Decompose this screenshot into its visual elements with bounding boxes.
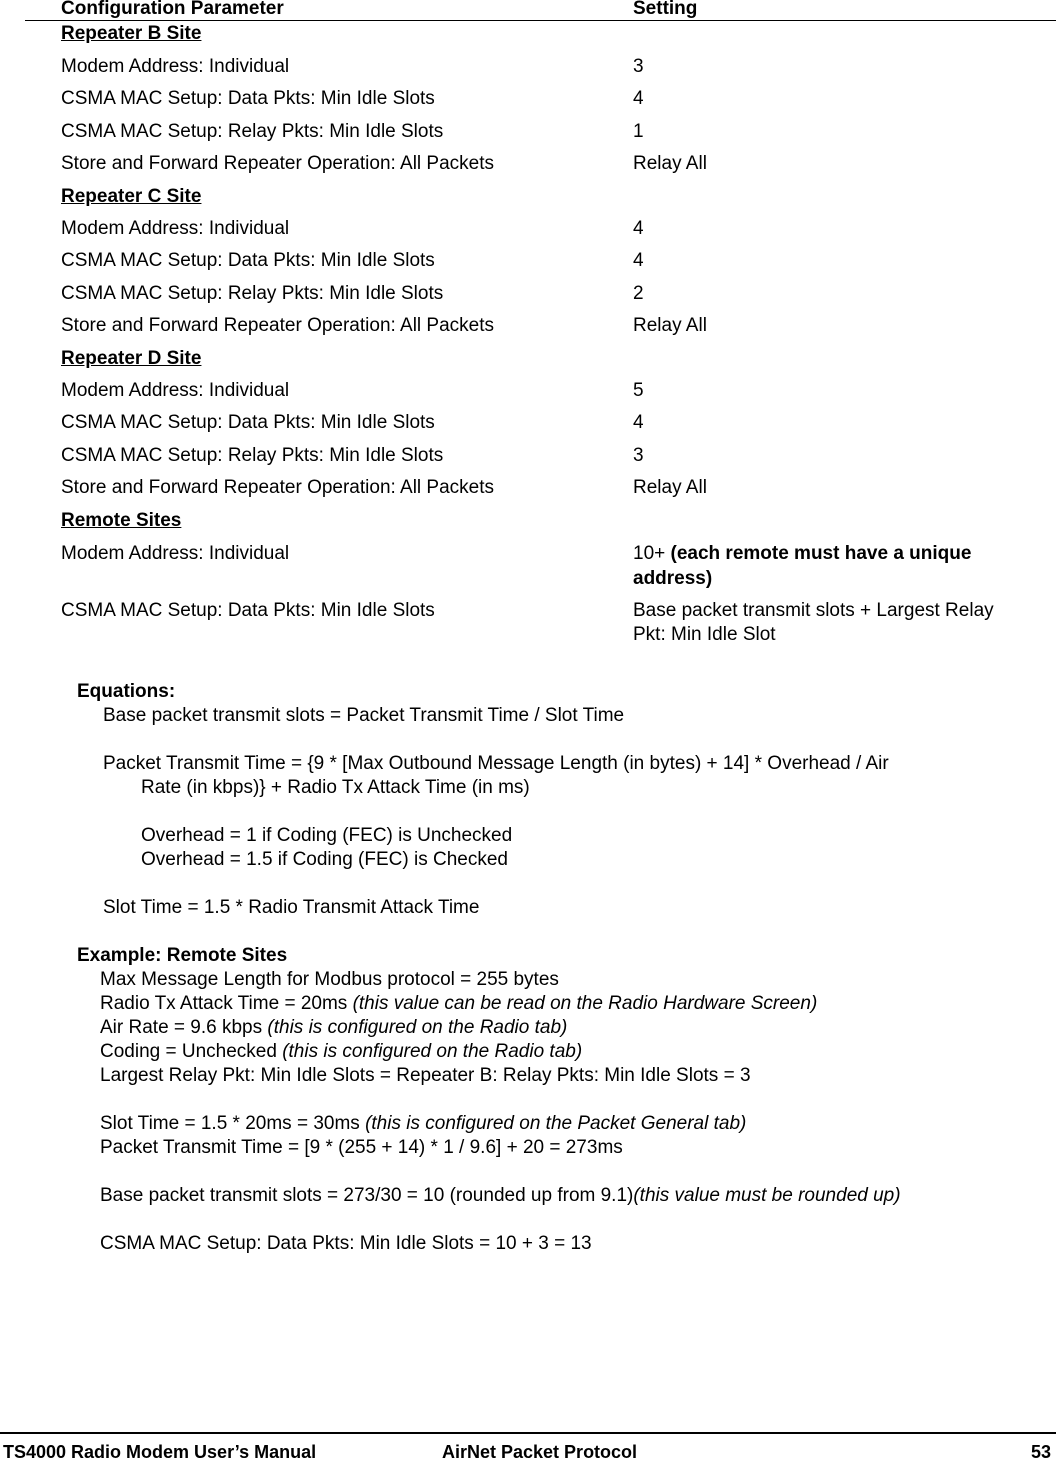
param-label: CSMA MAC Setup: Relay Pkts: Min Idle Slo…: [61, 121, 444, 142]
param-value: 5: [633, 380, 644, 401]
example-attack-time: Radio Tx Attack Time = 20ms (this value …: [100, 992, 817, 1016]
section-title: Repeater B Site: [61, 23, 202, 44]
header-rule: [25, 20, 1056, 21]
param-value-note: (each remote must have a unique: [670, 543, 972, 564]
footer-page-number: 53: [1030, 1442, 1051, 1462]
example-attack-time-value: Radio Tx Attack Time = 20ms: [100, 993, 353, 1014]
example-packet-time: Packet Transmit Time = [9 * (255 + 14) *…: [100, 1137, 623, 1158]
param-value: 3: [633, 445, 644, 466]
param-label: Store and Forward Repeater Operation: Al…: [61, 477, 495, 498]
footer-manual-title: TS4000 Radio Modem User’s Manual: [3, 1442, 317, 1462]
example-slot-time: Slot Time = 1.5 * 20ms = 30ms (this is c…: [100, 1112, 746, 1136]
example-base-slots-note: (this value must be rounded up): [633, 1185, 901, 1206]
equation-packet-time-cont: Rate (in kbps)} + Radio Tx Attack Time (…: [141, 777, 530, 798]
param-value: 4: [633, 218, 644, 239]
equation-base-slots: Base packet transmit slots = Packet Tran…: [103, 705, 625, 726]
example-coding-value: Coding = Unchecked: [100, 1041, 283, 1062]
example-slot-time-value: Slot Time = 1.5 * 20ms = 30ms: [100, 1113, 366, 1134]
param-value: Base packet transmit slots + Largest Rel…: [633, 600, 994, 621]
param-label: Store and Forward Repeater Operation: Al…: [61, 315, 495, 336]
section-title: Repeater C Site: [61, 186, 202, 207]
equation-overhead-checked: Overhead = 1.5 if Coding (FEC) is Checke…: [141, 849, 508, 870]
section-title: Remote Sites: [61, 510, 182, 531]
example-coding: Coding = Unchecked (this is configured o…: [100, 1040, 582, 1064]
footer-rule: [0, 1432, 1056, 1434]
param-value-note-cont: address): [633, 568, 713, 589]
param-label: Store and Forward Repeater Operation: Al…: [61, 153, 495, 174]
footer-chapter: AirNet Packet Protocol: [442, 1442, 638, 1462]
param-label: CSMA MAC Setup: Data Pkts: Min Idle Slot…: [61, 88, 435, 109]
param-label: CSMA MAC Setup: Relay Pkts: Min Idle Slo…: [61, 445, 444, 466]
param-label: CSMA MAC Setup: Relay Pkts: Min Idle Slo…: [61, 283, 444, 304]
param-value: 4: [633, 88, 644, 109]
example-largest-relay: Largest Relay Pkt: Min Idle Slots = Repe…: [100, 1065, 751, 1086]
param-value: 1: [633, 121, 644, 142]
param-value: Relay All: [633, 315, 707, 336]
param-label: Modem Address: Individual: [61, 380, 290, 401]
param-value-prefix: 10+: [633, 543, 671, 564]
equation-slot-time: Slot Time = 1.5 * Radio Transmit Attack …: [103, 897, 480, 918]
equations-title: Equations:: [77, 681, 176, 702]
example-max-msg: Max Message Length for Modbus protocol =…: [100, 969, 559, 990]
column-header-setting: Setting: [633, 0, 698, 19]
param-value: 10+ (each remote must have a unique: [633, 542, 971, 566]
equation-overhead-unchecked: Overhead = 1 if Coding (FEC) is Unchecke…: [141, 825, 513, 846]
param-value: Relay All: [633, 153, 707, 174]
example-coding-note: (this is configured on the Radio tab): [282, 1041, 583, 1062]
example-attack-time-note: (this value can be read on the Radio Har…: [352, 993, 818, 1014]
param-label: CSMA MAC Setup: Data Pkts: Min Idle Slot…: [61, 412, 435, 433]
example-base-slots-value: Base packet transmit slots = 273/30 = 10…: [100, 1185, 634, 1206]
param-label: Modem Address: Individual: [61, 56, 290, 77]
param-value: 4: [633, 412, 644, 433]
param-value: 3: [633, 56, 644, 77]
param-value: 2: [633, 283, 644, 304]
column-header-parameter: Configuration Parameter: [61, 0, 284, 19]
param-label: CSMA MAC Setup: Data Pkts: Min Idle Slot…: [61, 600, 435, 621]
param-label: Modem Address: Individual: [61, 218, 290, 239]
example-title: Example: Remote Sites: [77, 945, 288, 966]
equation-packet-time: Packet Transmit Time = {9 * [Max Outboun…: [103, 753, 889, 774]
param-value: 4: [633, 250, 644, 271]
example-base-slots: Base packet transmit slots = 273/30 = 10…: [100, 1184, 901, 1208]
example-air-rate-note: (this is configured on the Radio tab): [267, 1017, 568, 1038]
section-title: Repeater D Site: [61, 348, 202, 369]
example-slot-time-note: (this is configured on the Packet Genera…: [365, 1113, 747, 1134]
param-label: CSMA MAC Setup: Data Pkts: Min Idle Slot…: [61, 250, 435, 271]
param-value: Relay All: [633, 477, 707, 498]
param-value-cont: Pkt: Min Idle Slot: [633, 624, 776, 645]
example-result: CSMA MAC Setup: Data Pkts: Min Idle Slot…: [100, 1233, 592, 1254]
param-label: Modem Address: Individual: [61, 543, 290, 564]
example-air-rate: Air Rate = 9.6 kbps (this is configured …: [100, 1016, 567, 1040]
example-air-rate-value: Air Rate = 9.6 kbps: [100, 1017, 268, 1038]
